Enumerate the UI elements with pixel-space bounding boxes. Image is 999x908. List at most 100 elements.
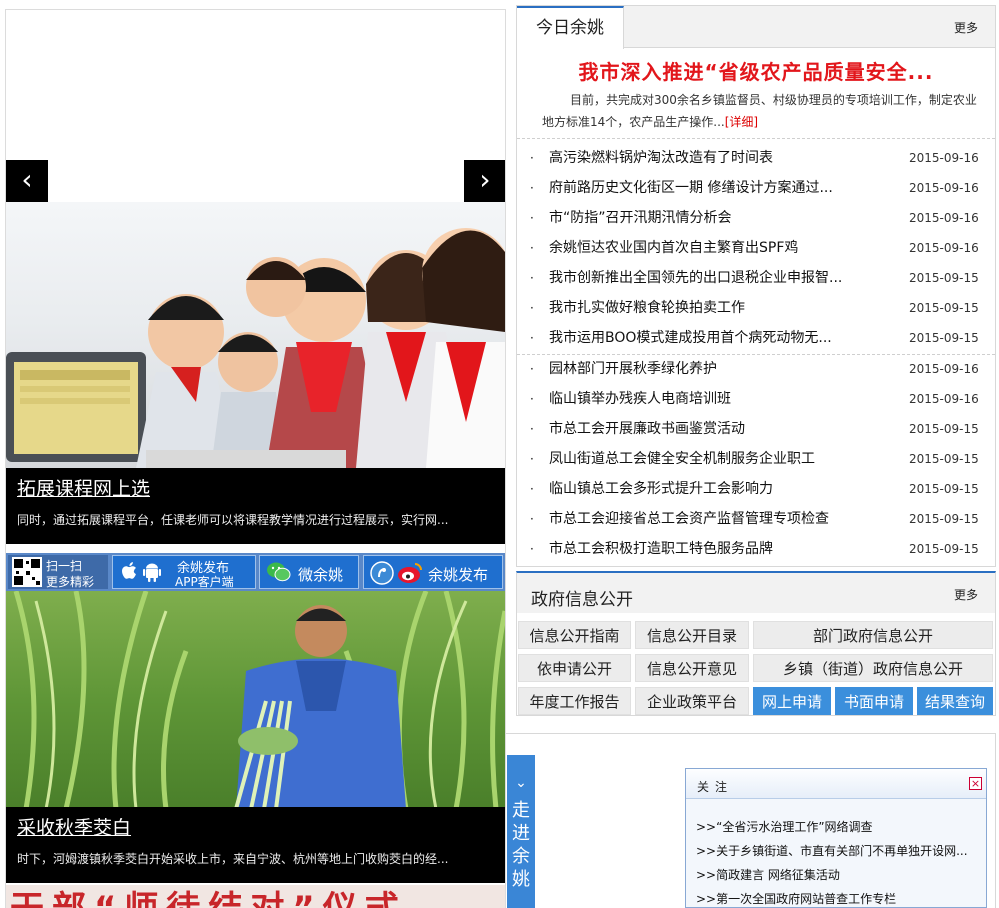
online-apply-button[interactable]: 网上申请 bbox=[753, 687, 831, 715]
headline-link[interactable]: 我市深入推进“省级农产品质量安全... bbox=[517, 56, 995, 85]
news-item-date: 2015-09-16 bbox=[909, 181, 979, 195]
slide-3-banner-text: 干部“师徒结对”仪式 bbox=[10, 885, 407, 908]
bullet: · bbox=[530, 422, 534, 436]
news-item[interactable]: · 临山镇总工会多形式提升工会影响力 2015-09-15 bbox=[517, 474, 995, 504]
news-item[interactable]: · 市“防指”召开汛期汛情分析会 2015-09-16 bbox=[517, 203, 995, 233]
gov-opinion-button[interactable]: 信息公开意见 bbox=[635, 654, 749, 682]
news-item-title[interactable]: 府前路历史文化街区一期 修缮设计方案通过... bbox=[549, 173, 833, 203]
follow-link[interactable]: >>关于乡镇街道、市直有关部门不再单独开设网... bbox=[696, 839, 968, 863]
qr-scan-promo[interactable]: 扫一扫 更多精彩 bbox=[8, 555, 108, 589]
walk-into-yuyao-label: 走进余姚 bbox=[512, 800, 530, 890]
news-item-title[interactable]: 凤山街道总工会健全安全机制服务企业职工 bbox=[549, 444, 815, 474]
news-item-date: 2015-09-16 bbox=[909, 392, 979, 406]
slide-1[interactable]: ‹ › 拓展课程网上选 同时，通过拓展课程平台，任课老师可以将课程教学情况进行过… bbox=[6, 10, 505, 544]
news-item-title[interactable]: 余姚恒达农业国内首次自主繁育出SPF鸡 bbox=[549, 233, 798, 263]
news-item-title[interactable]: 园林部门开展秋季绿化养护 bbox=[549, 354, 717, 384]
qr-line1: 扫一扫 bbox=[46, 559, 83, 573]
news-item-title[interactable]: 我市创新推出全国领先的出口退税企业申报智... bbox=[549, 263, 842, 293]
today-yuyao-panel: 今日余姚 更多 我市深入推进“省级农产品质量安全... 目前，共完成对300余名… bbox=[516, 5, 996, 567]
farmer-harvest-illustration bbox=[13, 591, 505, 809]
news-item-title[interactable]: 临山镇举办残疾人电商培训班 bbox=[549, 384, 731, 414]
gov-annual-report-button[interactable]: 年度工作报告 bbox=[518, 687, 631, 715]
news-item[interactable]: · 府前路历史文化街区一期 修缮设计方案通过... 2015-09-16 bbox=[517, 173, 995, 203]
news-item[interactable]: · 我市运用BOO模式建成投用首个病死动物无... 2015-09-15 bbox=[517, 323, 995, 353]
bullet: · bbox=[530, 392, 534, 406]
news-item-date: 2015-09-16 bbox=[909, 362, 979, 376]
news-item-date: 2015-09-15 bbox=[909, 301, 979, 315]
result-query-button[interactable]: 结果查询 bbox=[917, 687, 993, 715]
news-item[interactable]: · 我市创新推出全国领先的出口退税企业申报智... 2015-09-15 bbox=[517, 263, 995, 293]
chevron-right-icon: › bbox=[479, 163, 491, 196]
news-item-title[interactable]: 高污染燃料锅炉淘汰改造有了时间表 bbox=[549, 143, 773, 173]
app-line2: APP客户端 bbox=[175, 575, 234, 589]
gov-dept-button[interactable]: 部门政府信息公开 bbox=[753, 621, 993, 649]
prev-slide-button[interactable]: ‹ bbox=[6, 160, 48, 202]
promo-bar: 扫一扫 更多精彩 余姚发布 APP客户端 微余姚 余姚发布 bbox=[6, 553, 505, 591]
weibo-button[interactable]: 余姚发布 bbox=[363, 555, 503, 589]
news-item-title[interactable]: 我市扎实做好粮食轮换拍卖工作 bbox=[549, 293, 745, 323]
wechat-button[interactable]: 微余姚 bbox=[259, 555, 359, 589]
walk-into-yuyao-tab[interactable]: ⌄ 走进余姚 bbox=[507, 755, 535, 908]
news-item[interactable]: · 园林部门开展秋季绿化养护 2015-09-16 bbox=[517, 354, 995, 384]
wechat-label: 微余姚 bbox=[298, 566, 344, 584]
news-item-title[interactable]: 市总工会开展廉政书画鉴赏活动 bbox=[549, 414, 745, 444]
news-item-title[interactable]: 市总工会积极打造职工特色服务品牌 bbox=[549, 534, 773, 564]
sina-weibo-icon bbox=[397, 561, 423, 589]
slide-2-title-link[interactable]: 采收秋季茭白 bbox=[17, 813, 131, 840]
gov-guide-button[interactable]: 信息公开指南 bbox=[518, 621, 631, 649]
slide-1-photo[interactable] bbox=[6, 202, 505, 468]
next-slide-button[interactable]: › bbox=[464, 160, 505, 202]
close-icon[interactable]: × bbox=[969, 777, 982, 790]
news-list-1: · 高污染燃料锅炉淘汰改造有了时间表 2015-09-16 · 府前路历史文化街区一期 … bbox=[517, 143, 995, 353]
gov-township-button[interactable]: 乡镇（街道）政府信息公开 bbox=[753, 654, 993, 682]
news-item[interactable]: · 余姚恒达农业国内首次自主繁育出SPF鸡 2015-09-16 bbox=[517, 233, 995, 263]
summary-text: 目前，共完成对300余名乡镇监督员、村级协理员的专项培训工作，制定农业地方标准1… bbox=[542, 93, 977, 129]
wechat-icon bbox=[267, 561, 291, 587]
bullet: · bbox=[530, 301, 534, 315]
news-tabbar: 今日余姚 更多 bbox=[517, 6, 995, 49]
written-apply-button[interactable]: 书面申请 bbox=[835, 687, 913, 715]
follow-link[interactable]: >>简政建言 网络征集活动 bbox=[696, 863, 968, 887]
news-item-date: 2015-09-16 bbox=[909, 211, 979, 225]
tab-today-yuyao[interactable]: 今日余姚 bbox=[517, 6, 624, 49]
news-item[interactable]: · 市总工会开展廉政书画鉴赏活动 2015-09-15 bbox=[517, 414, 995, 444]
news-item[interactable]: · 凤山街道总工会健全安全机制服务企业职工 2015-09-15 bbox=[517, 444, 995, 474]
follow-popup-title: 关注 bbox=[697, 780, 734, 794]
slide-1-title-link[interactable]: 拓展课程网上选 bbox=[17, 474, 150, 501]
news-item[interactable]: · 市总工会迎接省总工会资产监督管理专项检查 2015-09-15 bbox=[517, 504, 995, 534]
slide-2-photo[interactable] bbox=[6, 591, 505, 809]
follow-popup-header: 关注 × bbox=[686, 769, 986, 799]
slide-3-photo[interactable]: 干部“师徒结对”仪式 bbox=[6, 885, 505, 908]
weibo-label: 余姚发布 bbox=[428, 566, 489, 584]
news-list-2: · 园林部门开展秋季绿化养护 2015-09-16 · 临山镇举办残疾人电商培训班 201… bbox=[517, 354, 995, 564]
bullet: · bbox=[530, 482, 534, 496]
news-item-date: 2015-09-15 bbox=[909, 542, 979, 556]
news-item-date: 2015-09-16 bbox=[909, 151, 979, 165]
bullet: · bbox=[530, 512, 534, 526]
detail-link[interactable]: [详细] bbox=[725, 115, 758, 129]
gov-more-link[interactable]: 更多 bbox=[954, 586, 978, 603]
headline-summary: 目前，共完成对300余名乡镇监督员、村级协理员的专项培训工作，制定农业地方标准1… bbox=[542, 89, 977, 133]
app-download-button[interactable]: 余姚发布 APP客户端 bbox=[112, 555, 256, 589]
gov-enterprise-button[interactable]: 企业政策平台 bbox=[635, 687, 749, 715]
news-item-title[interactable]: 临山镇总工会多形式提升工会影响力 bbox=[549, 474, 773, 504]
gov-catalog-button[interactable]: 信息公开目录 bbox=[635, 621, 749, 649]
bullet: · bbox=[530, 362, 534, 376]
qr-code-icon bbox=[12, 557, 42, 587]
news-item-title[interactable]: 市“防指”召开汛期汛情分析会 bbox=[549, 203, 732, 233]
news-more-link[interactable]: 更多 bbox=[954, 19, 978, 36]
bullet: · bbox=[530, 211, 534, 225]
news-item-date: 2015-09-15 bbox=[909, 482, 979, 496]
news-item-title[interactable]: 我市运用BOO模式建成投用首个病死动物无... bbox=[549, 323, 832, 353]
chevron-down-icon: ⌄ bbox=[515, 775, 527, 791]
follow-link[interactable]: >>第一次全国政府网站普查工作专栏 bbox=[696, 887, 968, 908]
slide-1-caption: 拓展课程网上选 同时，通过拓展课程平台，任课老师可以将课程教学情况进行过程展示，… bbox=[6, 468, 505, 544]
news-item[interactable]: · 高污染燃料锅炉淘汰改造有了时间表 2015-09-16 bbox=[517, 143, 995, 173]
news-item[interactable]: · 我市扎实做好粮食轮换拍卖工作 2015-09-15 bbox=[517, 293, 995, 323]
gov-apply-button[interactable]: 依申请公开 bbox=[518, 654, 631, 682]
follow-link[interactable]: >>“全省污水治理工作”网络调查 bbox=[696, 815, 968, 839]
news-item[interactable]: · 临山镇举办残疾人电商培训班 2015-09-16 bbox=[517, 384, 995, 414]
news-item[interactable]: · 市总工会积极打造职工特色服务品牌 2015-09-15 bbox=[517, 534, 995, 564]
news-item-title[interactable]: 市总工会迎接省总工会资产监督管理专项检查 bbox=[549, 504, 829, 534]
news-item-date: 2015-09-15 bbox=[909, 512, 979, 526]
